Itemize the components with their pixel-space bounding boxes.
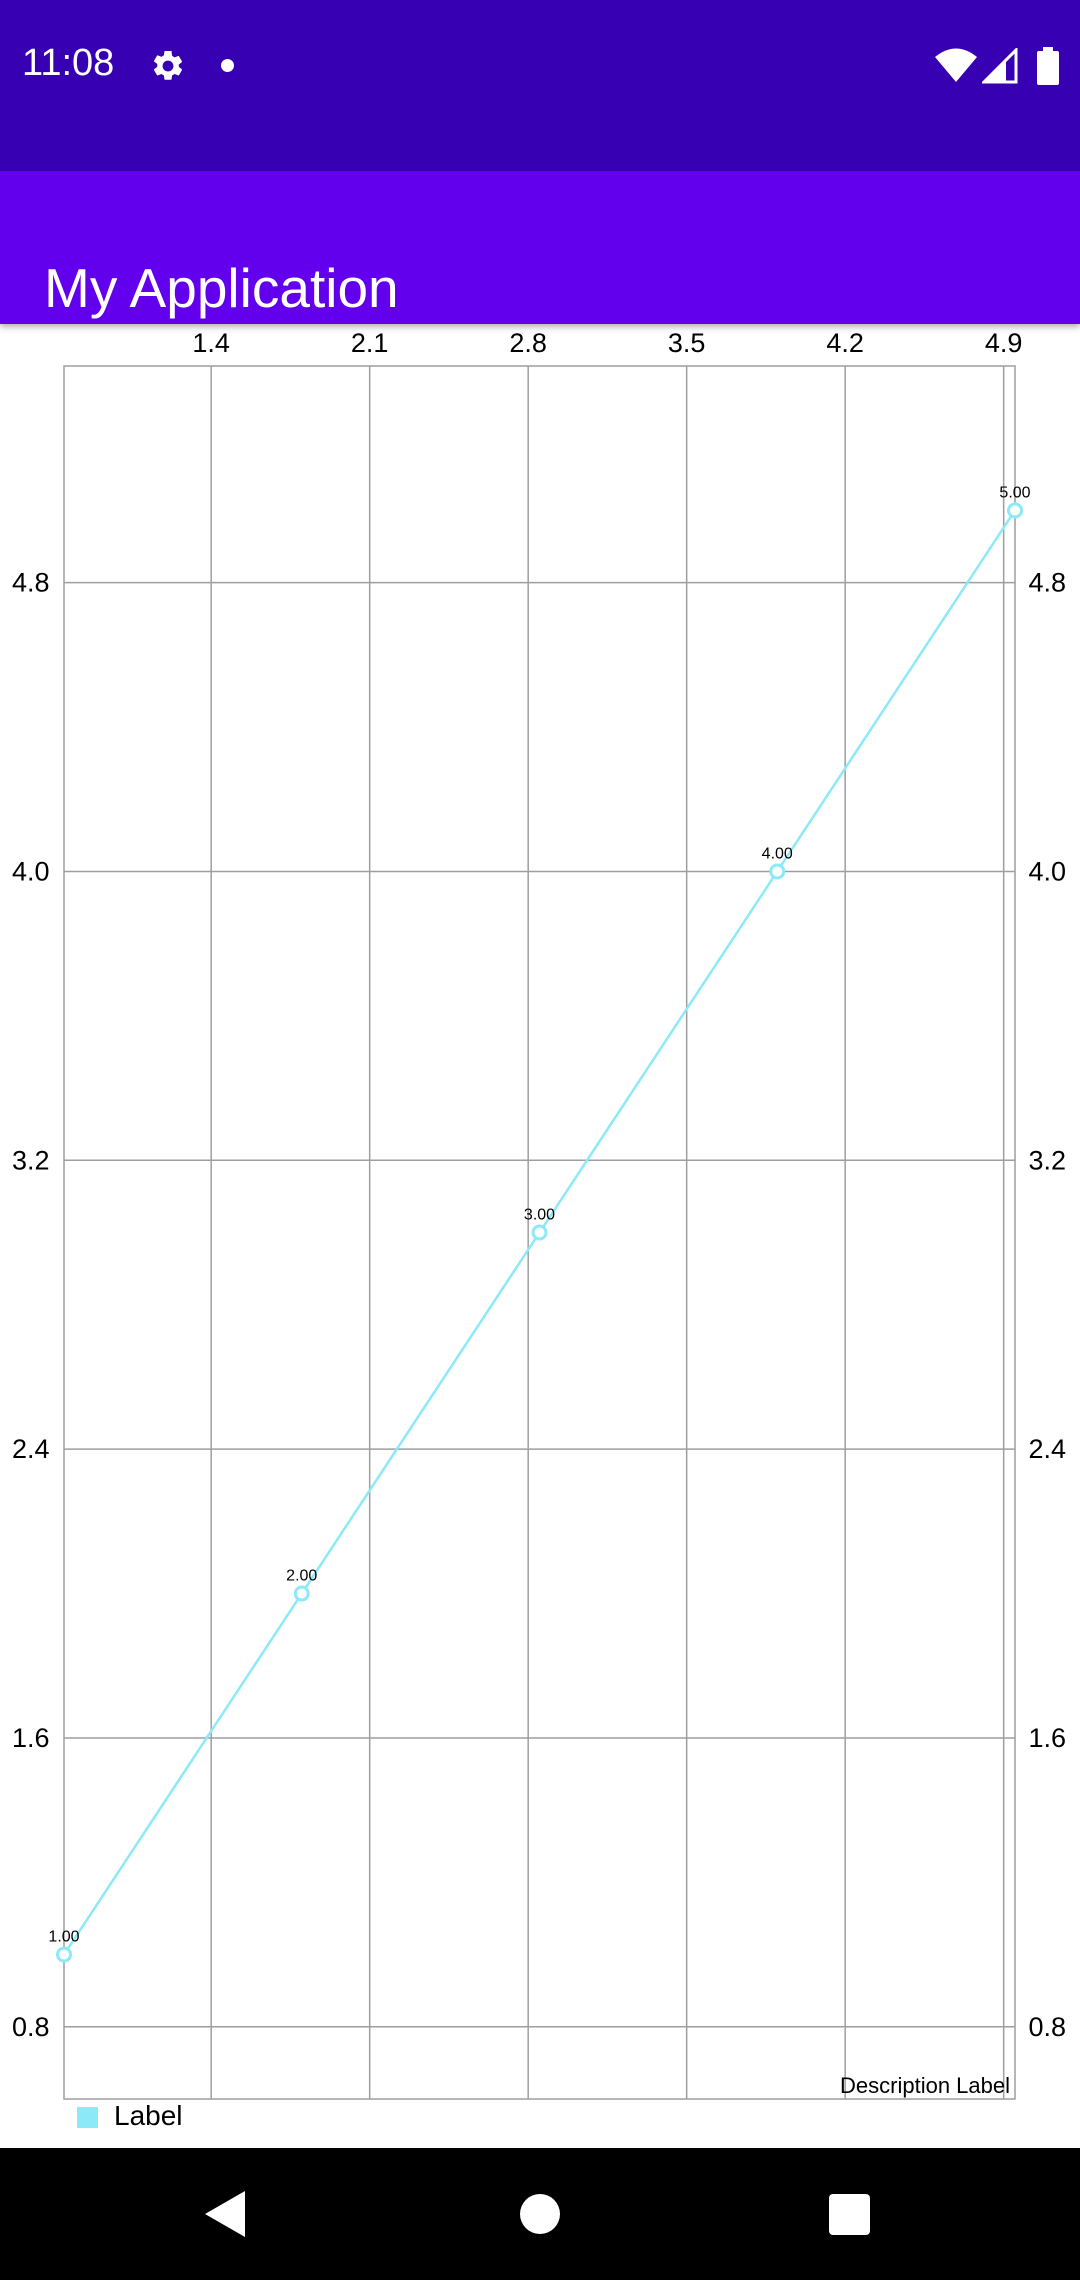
status-time: 11:08 bbox=[22, 42, 115, 84]
x-tick-label: 4.2 bbox=[826, 328, 864, 358]
navigation-bar bbox=[0, 2148, 1080, 2280]
y-tick-label-right: 3.2 bbox=[1028, 1145, 1066, 1175]
y-tick-label-left: 2.4 bbox=[12, 1434, 50, 1464]
recents-icon[interactable] bbox=[829, 2194, 870, 2235]
app-bar: My Application bbox=[0, 171, 1080, 324]
data-label: 2.00 bbox=[286, 1568, 317, 1585]
notification-dot-icon bbox=[221, 59, 234, 72]
line-chart[interactable]: 1.4 2.1 2.8 3.5 4.2 4.9 0.8 1.6 2.4 3.2 4.0 4.8 0.8 1… bbox=[0, 324, 1080, 2148]
data-point bbox=[293, 1585, 310, 1602]
x-tick-label: 2.8 bbox=[509, 328, 547, 358]
back-icon[interactable] bbox=[205, 2191, 245, 2237]
y-tick-label-left: 1.6 bbox=[12, 1723, 50, 1753]
status-bar: 11:08 bbox=[0, 0, 1080, 171]
gear-icon bbox=[153, 50, 183, 80]
data-label: 4.00 bbox=[762, 845, 793, 862]
data-point bbox=[769, 863, 786, 880]
y-tick-label-right: 2.4 bbox=[1028, 1434, 1066, 1464]
x-tick-label: 3.5 bbox=[668, 328, 706, 358]
data-point bbox=[531, 1224, 548, 1241]
y-tick-label-right: 1.6 bbox=[1028, 1723, 1066, 1753]
home-icon[interactable] bbox=[520, 2194, 560, 2234]
x-tick-label: 2.1 bbox=[351, 328, 389, 358]
data-label: 1.00 bbox=[48, 1929, 79, 1946]
data-point bbox=[56, 1946, 72, 1963]
data-label: 5.00 bbox=[999, 484, 1030, 501]
chart-description: Description Label bbox=[840, 2073, 1010, 2098]
data-label: 3.00 bbox=[524, 1207, 555, 1224]
legend-swatch bbox=[77, 2107, 98, 2128]
y-tick-label-right: 4.0 bbox=[1028, 856, 1066, 886]
cell-signal-icon bbox=[982, 48, 1018, 84]
chart-canvas: 1.4 2.1 2.8 3.5 4.2 4.9 0.8 1.6 2.4 3.2 4.0 4.8 0.8 1… bbox=[12, 328, 1066, 2100]
y-tick-label-right: 4.8 bbox=[1028, 568, 1066, 598]
data-point bbox=[1007, 502, 1023, 519]
y-tick-label-left: 0.8 bbox=[12, 2012, 50, 2042]
x-tick-label: 4.9 bbox=[985, 328, 1023, 358]
x-tick-label: 1.4 bbox=[192, 328, 230, 358]
y-tick-label-left: 4.0 bbox=[12, 856, 50, 886]
y-tick-label-left: 3.2 bbox=[12, 1145, 50, 1175]
y-tick-label-left: 4.8 bbox=[12, 568, 50, 598]
page-title: My Application bbox=[44, 256, 399, 319]
legend-label: Label bbox=[114, 2100, 183, 2131]
y-tick-label-right: 0.8 bbox=[1028, 2012, 1066, 2042]
wifi-icon bbox=[935, 48, 977, 82]
battery-icon bbox=[1037, 47, 1059, 85]
